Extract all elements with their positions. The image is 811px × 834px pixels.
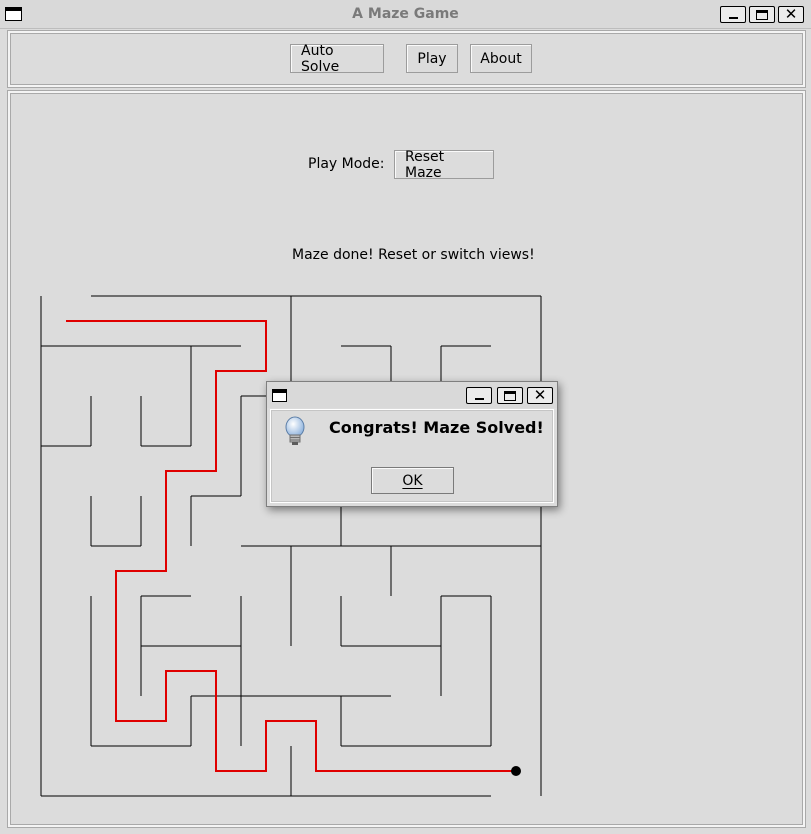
close-icon: ✕ [533, 386, 547, 404]
player-marker [511, 766, 521, 776]
dialog-menu-icon[interactable] [272, 389, 287, 402]
dialog-message: Congrats! Maze Solved! [329, 418, 544, 437]
dialog-titlebar: ✕ [267, 382, 557, 408]
ok-button[interactable]: OK [371, 467, 454, 494]
dialog-maximize-button[interactable] [497, 387, 523, 404]
minimize-icon [474, 398, 484, 400]
maximize-icon [504, 390, 516, 401]
dialog-minimize-button[interactable] [466, 387, 492, 404]
lightbulb-icon [285, 416, 305, 445]
congrats-dialog: ✕ Congrats! Maze Solved! OK [266, 381, 558, 507]
dialog-close-button[interactable]: ✕ [527, 387, 553, 404]
